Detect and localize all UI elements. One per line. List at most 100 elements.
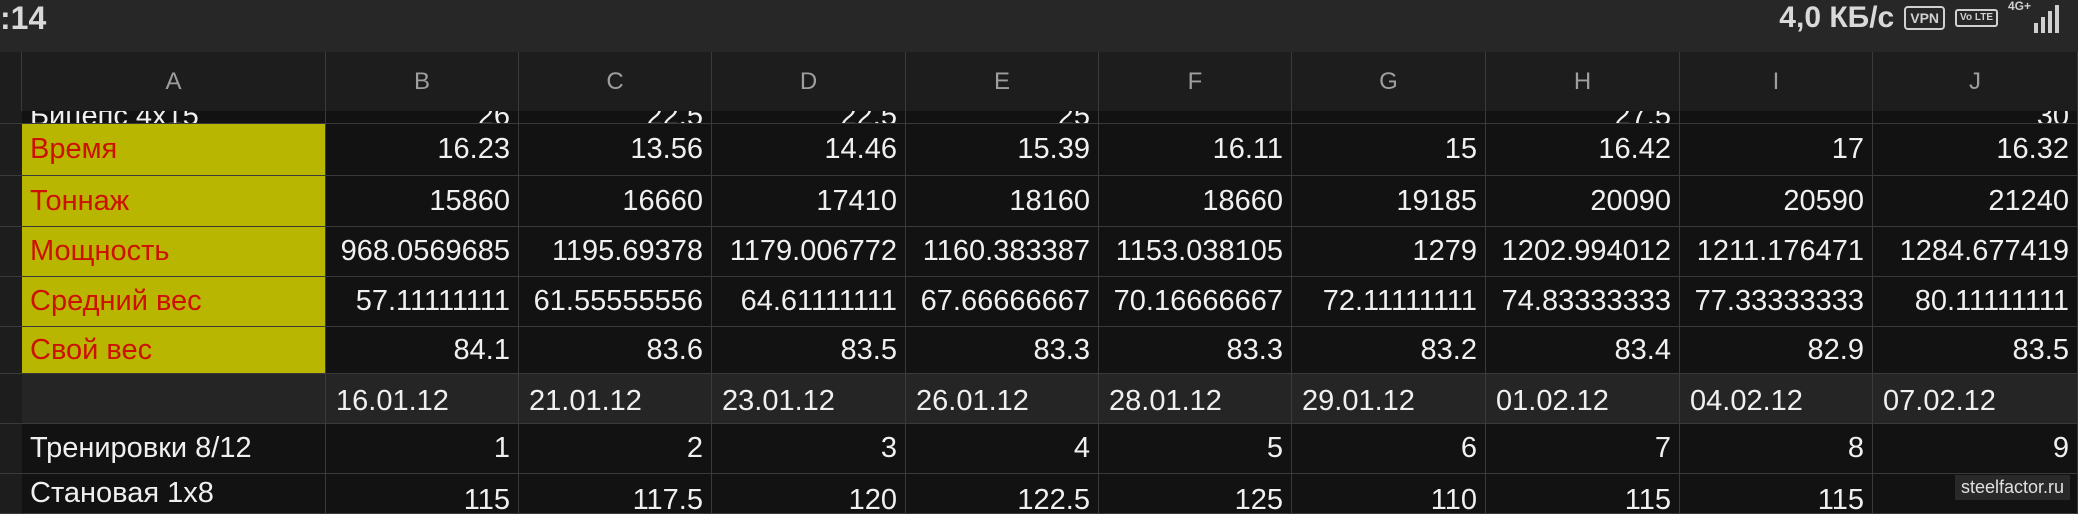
date-cell[interactable]: 01.02.12 (1486, 374, 1680, 424)
row-header[interactable] (0, 176, 22, 227)
date-cell[interactable]: 07.02.12 (1873, 374, 2078, 424)
data-cell[interactable]: 15860 (326, 176, 519, 227)
select-all-corner[interactable] (0, 52, 22, 111)
data-cell[interactable]: 22.5 (519, 111, 712, 124)
data-cell[interactable] (1292, 111, 1486, 124)
data-cell[interactable]: 2 (519, 424, 712, 474)
data-cell[interactable]: 9 (1873, 424, 2078, 474)
date-cell[interactable]: 04.02.12 (1680, 374, 1873, 424)
row-label-cell[interactable]: Бицепс 4x15 (22, 111, 326, 124)
data-cell[interactable]: 83.2 (1292, 327, 1486, 374)
row-label-cell[interactable]: Мощность (22, 227, 326, 277)
data-cell[interactable]: 21240 (1873, 176, 2078, 227)
data-cell[interactable]: 17 (1680, 124, 1873, 176)
column-header-i[interactable]: I (1680, 52, 1873, 111)
row-header[interactable] (0, 474, 22, 514)
data-cell[interactable]: 26 (326, 111, 519, 124)
column-header-b[interactable]: B (326, 52, 519, 111)
row-label-cell[interactable]: Тоннаж (22, 176, 326, 227)
data-cell[interactable]: 67.66666667 (906, 277, 1099, 327)
data-cell[interactable]: 83.6 (519, 327, 712, 374)
data-cell[interactable]: 3 (712, 424, 906, 474)
row-label-cell[interactable] (22, 374, 326, 424)
data-cell[interactable]: 1 (326, 424, 519, 474)
row-header[interactable] (0, 374, 22, 424)
data-cell[interactable]: 8 (1680, 424, 1873, 474)
date-cell[interactable]: 21.01.12 (519, 374, 712, 424)
data-cell[interactable]: 5 (1099, 424, 1292, 474)
data-cell[interactable]: 25 (906, 111, 1099, 124)
date-cell[interactable]: 23.01.12 (712, 374, 906, 424)
data-cell[interactable]: 17410 (712, 176, 906, 227)
data-cell[interactable]: 64.61111111 (712, 277, 906, 327)
data-cell[interactable]: 82.9 (1680, 327, 1873, 374)
data-cell[interactable]: 20590 (1680, 176, 1873, 227)
row-label-cell[interactable]: Время (22, 124, 326, 176)
data-cell[interactable]: 16.32 (1873, 124, 2078, 176)
data-cell[interactable]: 18660 (1099, 176, 1292, 227)
date-cell[interactable]: 29.01.12 (1292, 374, 1486, 424)
data-cell[interactable] (1099, 111, 1292, 124)
row-header[interactable] (0, 111, 22, 124)
data-cell[interactable]: 968.0569685 (326, 227, 519, 277)
data-cell[interactable]: 115 (1680, 474, 1873, 514)
data-cell[interactable]: 6 (1292, 424, 1486, 474)
data-cell[interactable]: 77.33333333 (1680, 277, 1873, 327)
column-header-c[interactable]: C (519, 52, 712, 111)
row-label-cell[interactable]: Средний вес (22, 277, 326, 327)
row-label-cell[interactable]: Становая 1x8 (22, 474, 326, 514)
data-cell[interactable]: 1153.038105 (1099, 227, 1292, 277)
data-cell[interactable]: 115 (1486, 474, 1680, 514)
data-cell[interactable]: 117.5 (519, 474, 712, 514)
data-cell[interactable]: 80.11111111 (1873, 277, 2078, 327)
data-cell[interactable]: 13.56 (519, 124, 712, 176)
data-cell[interactable]: 30 (1873, 111, 2078, 124)
data-cell[interactable]: 74.83333333 (1486, 277, 1680, 327)
data-cell[interactable]: 14.46 (712, 124, 906, 176)
data-cell[interactable]: 115 (326, 474, 519, 514)
column-header-e[interactable]: E (906, 52, 1099, 111)
data-cell[interactable]: 1284.677419 (1873, 227, 2078, 277)
row-label-cell[interactable]: Тренировки 8/12 (22, 424, 326, 474)
column-header-j[interactable]: J (1873, 52, 2078, 111)
data-cell[interactable]: 15 (1292, 124, 1486, 176)
data-cell[interactable]: 83.5 (1873, 327, 2078, 374)
row-label-cell[interactable]: Свой вес (22, 327, 326, 374)
data-cell[interactable]: 19185 (1292, 176, 1486, 227)
row-header[interactable] (0, 424, 22, 474)
row-header[interactable] (0, 124, 22, 176)
date-cell[interactable]: 16.01.12 (326, 374, 519, 424)
data-cell[interactable]: 1202.994012 (1486, 227, 1680, 277)
data-cell[interactable]: 22.5 (712, 111, 906, 124)
column-header-f[interactable]: F (1099, 52, 1292, 111)
data-cell[interactable]: 1279 (1292, 227, 1486, 277)
data-cell[interactable]: 83.4 (1486, 327, 1680, 374)
data-cell[interactable]: 83.5 (712, 327, 906, 374)
row-header[interactable] (0, 327, 22, 374)
data-cell[interactable]: 27.5 (1486, 111, 1680, 124)
data-cell[interactable]: 16.42 (1486, 124, 1680, 176)
data-cell[interactable]: 61.55555556 (519, 277, 712, 327)
data-cell[interactable]: 16.11 (1099, 124, 1292, 176)
date-cell[interactable]: 28.01.12 (1099, 374, 1292, 424)
data-cell[interactable]: 84.1 (326, 327, 519, 374)
data-cell[interactable]: 110 (1292, 474, 1486, 514)
data-cell[interactable]: 18160 (906, 176, 1099, 227)
data-cell[interactable] (1680, 111, 1873, 124)
data-cell[interactable]: 1160.383387 (906, 227, 1099, 277)
data-cell[interactable]: 120 (712, 474, 906, 514)
data-cell[interactable]: 122.5 (906, 474, 1099, 514)
data-cell[interactable]: 83.3 (1099, 327, 1292, 374)
data-cell[interactable]: 20090 (1486, 176, 1680, 227)
data-cell[interactable]: 72.11111111 (1292, 277, 1486, 327)
data-cell[interactable]: 83.3 (906, 327, 1099, 374)
data-cell[interactable]: 57.11111111 (326, 277, 519, 327)
data-cell[interactable]: 7 (1486, 424, 1680, 474)
row-header[interactable] (0, 277, 22, 327)
data-cell[interactable]: 1179.006772 (712, 227, 906, 277)
spreadsheet-grid[interactable]: ABCDEFGHIJБицепс 4x152622.522.52527.530В… (0, 52, 2078, 514)
column-header-a[interactable]: A (22, 52, 326, 111)
data-cell[interactable]: 4 (906, 424, 1099, 474)
row-header[interactable] (0, 227, 22, 277)
data-cell[interactable]: 1195.69378 (519, 227, 712, 277)
